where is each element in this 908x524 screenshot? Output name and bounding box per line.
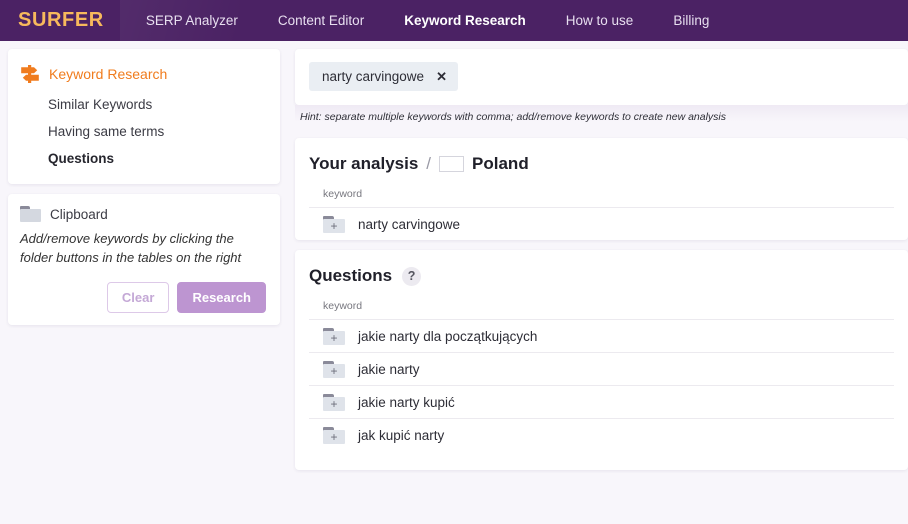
folder-icon	[20, 206, 41, 222]
table-row[interactable]: + jakie narty	[309, 352, 894, 385]
clipboard-card: Clipboard Add/remove keywords by clickin…	[8, 194, 280, 325]
row-keyword: jakie narty kupić	[358, 394, 455, 410]
nav-items: SERP Analyzer Content Editor Keyword Res…	[146, 13, 750, 28]
keyword-chip[interactable]: narty carvingowe ✕	[309, 62, 458, 91]
folder-plus-icon[interactable]: +	[323, 426, 345, 444]
nav-item-how-to-use[interactable]: How to use	[566, 13, 634, 28]
row-keyword: jak kupić narty	[358, 427, 445, 443]
analysis-column-header: keyword	[323, 188, 363, 200]
nav-item-keyword-research[interactable]: Keyword Research	[404, 13, 526, 28]
top-navbar: SURFER SERP Analyzer Content Editor Keyw…	[0, 0, 908, 41]
clipboard-description: Add/remove keywords by clicking the fold…	[20, 231, 242, 265]
table-row[interactable]: + narty carvingowe	[309, 207, 894, 240]
questions-label: Questions	[309, 266, 393, 285]
sidebar-item-having-same-terms[interactable]: Having same terms	[8, 118, 280, 145]
main-content: narty carvingowe ✕ Hint: separate multip…	[288, 41, 908, 480]
research-button[interactable]: Research	[177, 281, 266, 313]
row-keyword: narty carvingowe	[358, 216, 461, 232]
close-icon[interactable]: ✕	[436, 70, 447, 83]
questions-card: Questions ? keyword + jakie narty dla po…	[295, 250, 908, 470]
country-label: Poland	[472, 154, 529, 173]
questions-title: Questions ?	[309, 266, 894, 286]
nav-item-content-editor[interactable]: Content Editor	[278, 13, 364, 28]
sidebar-item-questions[interactable]: Questions	[8, 145, 280, 172]
table-row[interactable]: + jak kupić narty	[309, 418, 894, 451]
keyword-chip-label: narty carvingowe	[322, 69, 425, 84]
sidebar-menu-card: Keyword Research Similar Keywords Having…	[8, 49, 280, 184]
your-analysis-title: Your analysis / Poland	[309, 154, 894, 174]
folder-plus-icon[interactable]: +	[323, 215, 345, 233]
signpost-icon	[21, 65, 39, 83]
title-separator: /	[426, 154, 432, 173]
sidebar: Keyword Research Similar Keywords Having…	[0, 41, 288, 325]
folder-plus-icon[interactable]: +	[323, 327, 345, 345]
clear-button[interactable]: Clear	[106, 281, 170, 313]
row-keyword: jakie narty dla początkujących	[358, 328, 538, 344]
keyword-hint: Hint: separate multiple keywords with co…	[295, 105, 908, 129]
clipboard-actions: Clear Research	[20, 281, 266, 313]
questions-column-header: keyword	[323, 300, 363, 312]
sidebar-item-similar-keywords[interactable]: Similar Keywords	[8, 91, 280, 118]
help-icon[interactable]: ?	[402, 266, 422, 286]
surfer-logo[interactable]: SURFER	[18, 9, 104, 32]
poland-flag-icon	[439, 156, 465, 172]
table-row[interactable]: + jakie narty kupić	[309, 385, 894, 418]
row-keyword: jakie narty	[358, 361, 420, 377]
folder-plus-icon[interactable]: +	[323, 360, 345, 378]
folder-plus-icon[interactable]: +	[323, 393, 345, 411]
clipboard-label: Clipboard	[50, 206, 108, 222]
sidebar-menu-header-label: Keyword Research	[49, 66, 168, 82]
nav-item-billing[interactable]: Billing	[673, 13, 709, 28]
clipboard-header: Clipboard	[20, 206, 266, 222]
your-analysis-card: Your analysis / Poland keyword + narty c…	[295, 138, 908, 240]
sidebar-menu-header[interactable]: Keyword Research	[8, 59, 280, 91]
page-body: Keyword Research Similar Keywords Having…	[0, 41, 908, 524]
keyword-input-card[interactable]: narty carvingowe ✕	[295, 49, 908, 105]
table-row[interactable]: + jakie narty dla początkujących	[309, 319, 894, 352]
your-analysis-label: Your analysis	[309, 154, 419, 173]
nav-item-serp-analyzer[interactable]: SERP Analyzer	[146, 13, 238, 28]
